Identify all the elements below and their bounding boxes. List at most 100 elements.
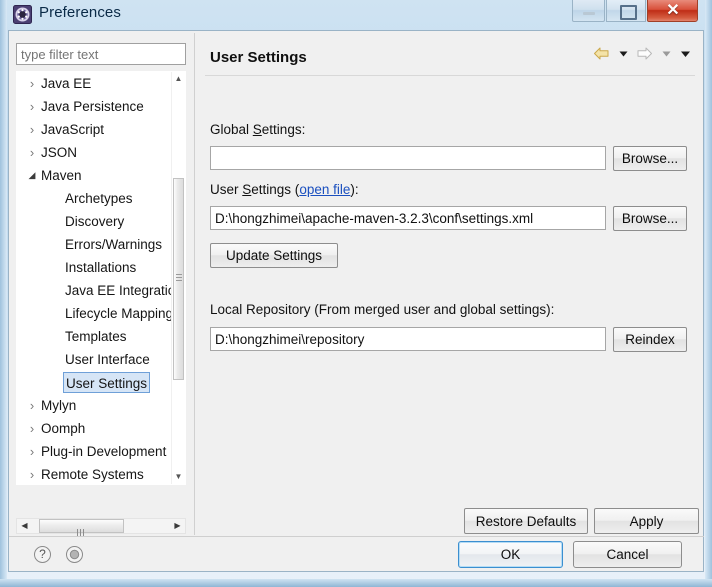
global-settings-browse-button[interactable]: Browse... (613, 146, 687, 171)
tree-item[interactable]: Errors/Warnings (17, 233, 174, 256)
page-navigation-toolbar (590, 46, 692, 66)
tree-item[interactable]: Discovery (17, 210, 174, 233)
tree-twisty-collapsed-icon[interactable]: › (26, 141, 38, 164)
minimize-button[interactable] (572, 0, 605, 22)
user-settings-label-mid: ettings ( (251, 182, 300, 197)
tree-item[interactable]: ◢ Maven (17, 164, 174, 187)
tree-item[interactable]: › JSON (17, 141, 174, 164)
window-frame-bottom (0, 579, 712, 587)
tree-item-label: Java Persistence (41, 99, 144, 114)
help-question-icon[interactable]: ? (34, 546, 51, 563)
preferences-gear-icon (13, 5, 32, 24)
tree-item[interactable]: › Java Persistence (17, 95, 174, 118)
scroll-right-icon[interactable]: ▶ (170, 519, 185, 533)
scroll-down-icon[interactable]: ▼ (172, 470, 185, 484)
tree-item[interactable]: › Remote Systems (17, 463, 174, 484)
maximize-button[interactable] (606, 0, 646, 22)
tree-twisty-collapsed-icon[interactable]: › (26, 72, 38, 95)
tree-item[interactable]: User Interface (17, 348, 174, 371)
settings-page: User Settings Global Settings: Browse...… (195, 31, 704, 536)
tree-item-label: User Interface (65, 352, 150, 367)
global-settings-label: Global Settings: (210, 122, 305, 137)
user-settings-label-mnemonic: S (242, 182, 252, 197)
tree-item-label: Plug-in Development (41, 444, 167, 459)
tree-item[interactable]: Installations (17, 256, 174, 279)
maximize-icon (620, 5, 637, 20)
scroll-up-icon[interactable]: ▲ (172, 72, 185, 86)
tree-item-label: Remote Systems (41, 467, 144, 482)
window-frame-left (0, 0, 7, 587)
minimize-icon (583, 12, 595, 15)
tree-item[interactable]: Templates (17, 325, 174, 348)
dialog-footer: ? OK Cancel (9, 537, 703, 571)
tree-item-label: Templates (65, 329, 127, 344)
dialog-client-area: ›Java EE›Java Persistence›JavaScript›JSO… (8, 30, 704, 572)
tree-item-label: Java EE Integration (65, 283, 174, 298)
user-settings-input[interactable] (210, 206, 606, 230)
forward-arrow-icon (636, 46, 653, 66)
tree-item-label: Maven (41, 168, 82, 183)
tree-twisty-collapsed-icon[interactable]: › (26, 417, 38, 440)
tree-item-label: User Settings (63, 372, 151, 393)
close-icon: ✕ (666, 2, 680, 19)
tree-horizontal-scrollbar[interactable]: ◀ ▶ (16, 518, 186, 536)
tree-vertical-scrollbar[interactable]: ▲ ▼ (171, 72, 185, 484)
tree-item-label: Installations (65, 260, 137, 275)
tree-item[interactable]: › JavaScript (17, 118, 174, 141)
global-settings-label-mnemonic: S (252, 122, 262, 137)
keyword-dot-icon[interactable] (66, 546, 83, 563)
global-settings-input[interactable] (210, 146, 606, 170)
tree-item-label: Oomph (41, 421, 86, 436)
tree-item-label: Java EE (41, 76, 92, 91)
tree-twisty-collapsed-icon[interactable]: › (26, 463, 38, 484)
apply-button[interactable]: Apply (594, 508, 699, 534)
tree-item[interactable]: Java EE Integration (17, 279, 174, 302)
title-bar: Preferences ✕ (0, 0, 712, 30)
page-title: User Settings (210, 49, 307, 66)
local-repository-input[interactable] (210, 327, 606, 351)
tree-item[interactable]: Archetypes (17, 187, 174, 210)
tree-twisty-collapsed-icon[interactable]: › (26, 440, 38, 463)
window-frame-right (705, 0, 712, 587)
tree-item[interactable]: › Java EE (17, 72, 174, 95)
user-settings-label-before: User (210, 182, 243, 197)
title-separator (205, 75, 695, 76)
update-settings-button[interactable]: Update Settings (210, 243, 338, 268)
view-menu-chevron-down-icon[interactable] (679, 46, 692, 66)
close-button[interactable]: ✕ (647, 0, 698, 22)
tree-vertical-scroll-thumb[interactable] (173, 178, 184, 380)
tree-item[interactable]: User Settings (17, 371, 174, 394)
cancel-button[interactable]: Cancel (573, 541, 682, 568)
tree-item[interactable]: › Oomph (17, 417, 174, 440)
tree-item-label: JSON (41, 145, 78, 160)
tree-item[interactable]: Lifecycle Mappings (17, 302, 174, 325)
forward-history-chevron-down-icon (661, 46, 672, 66)
tree-twisty-collapsed-icon[interactable]: › (26, 118, 38, 141)
tree-item-label: Discovery (65, 214, 125, 229)
scroll-thumb-grip-icon (176, 274, 182, 281)
back-history-chevron-down-icon[interactable] (618, 46, 629, 66)
tree-item-label: Errors/Warnings (65, 237, 163, 252)
back-arrow-icon[interactable] (593, 46, 610, 66)
local-repository-label: Local Repository (From merged user and g… (210, 302, 555, 317)
restore-defaults-button[interactable]: Restore Defaults (464, 508, 588, 534)
user-settings-browse-button[interactable]: Browse... (613, 206, 687, 231)
scroll-left-icon[interactable]: ◀ (17, 519, 32, 533)
tree-item-label: Lifecycle Mappings (65, 306, 174, 321)
tree-item[interactable]: › Mylyn (17, 394, 174, 417)
global-settings-label-after: ettings: (261, 122, 306, 137)
reindex-button[interactable]: Reindex (613, 327, 687, 352)
ok-button[interactable]: OK (458, 541, 563, 568)
filter-input[interactable] (16, 43, 186, 65)
tree-horizontal-scroll-thumb[interactable] (39, 519, 124, 536)
tree-item-label: JavaScript (41, 122, 105, 137)
preferences-tree-rows: › Java EE › Java Persistence › JavaScript › JSO… (17, 72, 174, 484)
tree-twisty-expanded-icon[interactable]: ◢ (26, 164, 38, 187)
preferences-tree[interactable]: › Java EE › Java Persistence › JavaScript › JSO… (16, 71, 186, 485)
user-settings-label-after: ): (350, 182, 359, 197)
tree-twisty-collapsed-icon[interactable]: › (26, 394, 38, 417)
tree-item[interactable]: › Plug-in Development (17, 440, 174, 463)
preferences-window: Preferences ✕ ›Java EE›Java Persistence›… (0, 0, 712, 587)
tree-twisty-collapsed-icon[interactable]: › (26, 95, 38, 118)
open-file-link[interactable]: open file (299, 182, 350, 197)
